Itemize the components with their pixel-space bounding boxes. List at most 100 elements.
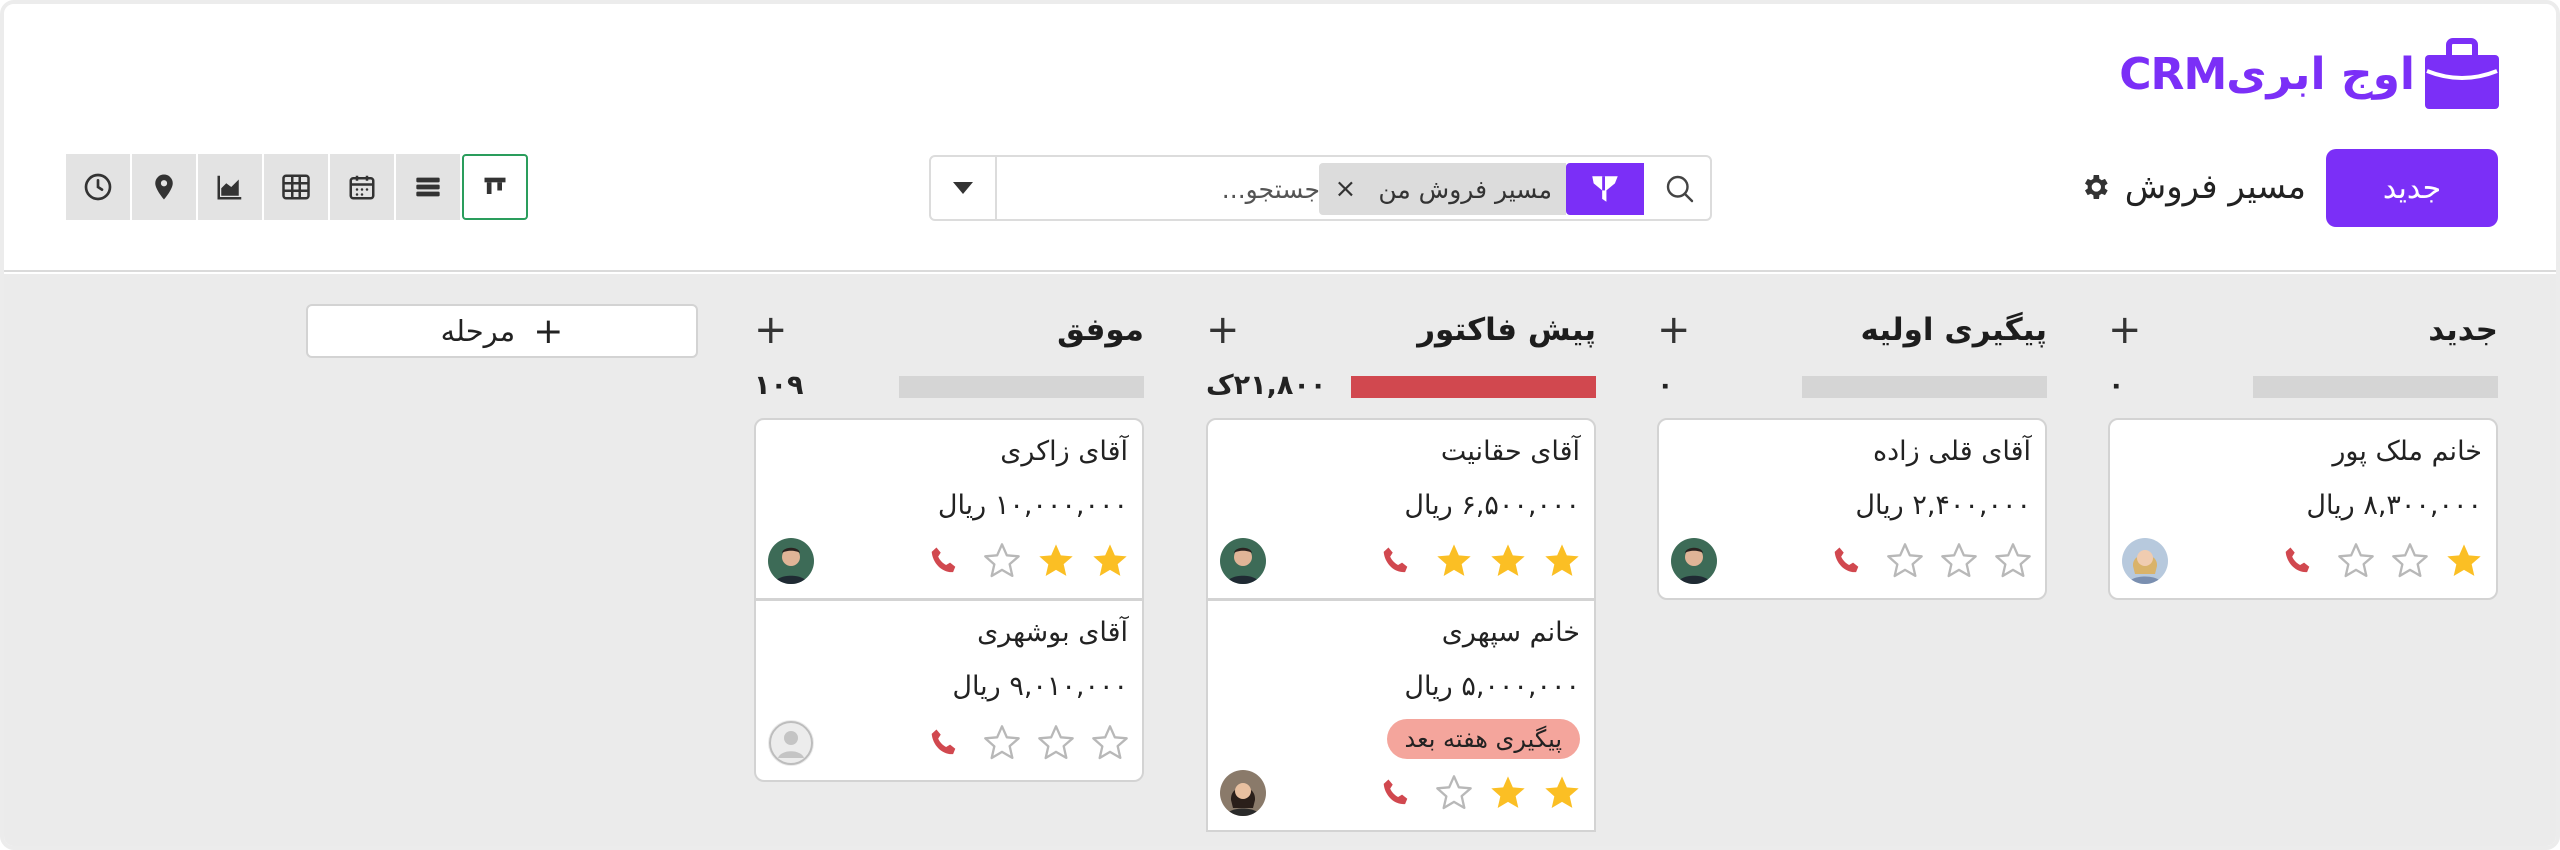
filter-button[interactable]: [1566, 163, 1644, 215]
deal-actions: [1378, 538, 1582, 584]
deal-card[interactable]: خانم ملک پور ۸,۳۰۰,۰۰۰ ریال: [2108, 418, 2498, 600]
avatar: [1220, 538, 1266, 584]
stage-title: جدید: [2428, 312, 2498, 348]
deal-contact-name: خانم ملک پور: [2332, 436, 2482, 467]
gear-icon[interactable]: [2079, 171, 2111, 203]
add-deal-button[interactable]: +: [754, 310, 788, 350]
star-empty-icon[interactable]: [2336, 541, 2376, 581]
deal-actions: [1378, 770, 1582, 816]
star-filled-icon[interactable]: [1488, 541, 1528, 581]
deal-actions: [1829, 538, 2033, 584]
star-empty-icon[interactable]: [1885, 541, 1925, 581]
search-icon[interactable]: [1662, 171, 1698, 207]
stage-cards: آقای زاکری ۱۰,۰۰۰,۰۰۰ ریال آقای بوشهری ۹…: [754, 418, 1144, 782]
star-empty-icon[interactable]: [1036, 723, 1076, 763]
stage-header: جدید +: [2108, 308, 2498, 352]
stage-total: ۲۱,۸۰۰ک: [1206, 370, 1327, 401]
chart-view-button[interactable]: [198, 154, 264, 220]
caret-down-icon: [953, 182, 973, 194]
star-empty-icon[interactable]: [982, 723, 1022, 763]
star-filled-icon[interactable]: [1542, 541, 1582, 581]
stage-total: ۰: [2108, 370, 2125, 401]
star-filled-icon[interactable]: [1090, 541, 1130, 581]
deal-contact-name: آقای قلی زاده: [1873, 436, 2031, 467]
deal-card[interactable]: آقای بوشهری ۹,۰۱۰,۰۰۰ ریال: [754, 600, 1144, 782]
stage-header: پیش فاکتور +: [1206, 308, 1596, 352]
kanban-board: جدید + ۰ خانم ملک پور ۸,۳۰۰,۰۰۰ ریال پیگ…: [4, 274, 2556, 846]
table-view-button[interactable]: [264, 154, 330, 220]
history-view-button[interactable]: [66, 154, 132, 220]
stage-column: موفق + ۱۰۹ آقای زاکری ۱۰,۰۰۰,۰۰۰ ریال آق…: [754, 274, 1144, 846]
add-deal-button[interactable]: +: [1206, 310, 1240, 350]
deal-card[interactable]: خانم سپهری ۵,۰۰۰,۰۰۰ ریال پیگیری هفته بع…: [1206, 600, 1596, 832]
star-empty-icon[interactable]: [982, 541, 1022, 581]
avatar: [768, 720, 814, 766]
star-empty-icon[interactable]: [1090, 723, 1130, 763]
deal-amount: ۵,۰۰۰,۰۰۰ ریال: [1404, 671, 1580, 702]
stage-header: موفق +: [754, 308, 1144, 352]
avatar: [1671, 538, 1717, 584]
search-input[interactable]: [1020, 163, 1320, 215]
add-deal-button[interactable]: +: [2108, 310, 2142, 350]
deal-amount: ۹,۰۱۰,۰۰۰ ریال: [952, 671, 1128, 702]
stage-progress-bar: [1802, 376, 2047, 398]
filter-icon: [1592, 176, 1618, 202]
kanban-icon: [484, 177, 506, 194]
search-dropdown-button[interactable]: [931, 157, 997, 219]
logo-text: CRMاوج ابری: [2119, 48, 2416, 100]
phone-icon[interactable]: [1378, 774, 1416, 812]
stage-progress-bar: [899, 376, 1144, 398]
star-empty-icon[interactable]: [1939, 541, 1979, 581]
filter-chip-label: مسیر فروش من: [1378, 174, 1552, 204]
pipeline-selector[interactable]: مسیر فروش: [2079, 162, 2306, 212]
add-stage-button[interactable]: + مرحله: [306, 304, 698, 358]
view-switcher: [66, 154, 528, 220]
deal-contact-name: خانم سپهری: [1441, 617, 1580, 648]
new-deal-button[interactable]: جدید: [2326, 149, 2498, 227]
star-empty-icon[interactable]: [1993, 541, 2033, 581]
list-icon: [416, 177, 440, 197]
list-view-button[interactable]: [396, 154, 462, 220]
add-stage-label: مرحله: [440, 314, 516, 348]
phone-icon[interactable]: [926, 724, 964, 762]
star-filled-icon[interactable]: [1036, 541, 1076, 581]
deal-contact-name: آقای بوشهری: [977, 617, 1128, 648]
deal-actions: [2280, 538, 2484, 584]
search-bar: مسیر فروش من ×: [929, 155, 1712, 221]
phone-icon[interactable]: [1829, 542, 1867, 580]
deal-card[interactable]: آقای زاکری ۱۰,۰۰۰,۰۰۰ ریال: [754, 418, 1144, 600]
stage-title: پیش فاکتور: [1417, 312, 1596, 348]
calendar-view-button[interactable]: [330, 154, 396, 220]
deal-card[interactable]: آقای حقانیت ۶,۵۰۰,۰۰۰ ریال: [1206, 418, 1596, 600]
add-deal-button[interactable]: +: [1657, 310, 1691, 350]
deal-card[interactable]: آقای قلی زاده ۲,۴۰۰,۰۰۰ ریال: [1657, 418, 2047, 600]
stage-title: موفق: [1057, 312, 1144, 348]
follow-up-tag[interactable]: پیگیری هفته بعد: [1386, 719, 1580, 759]
star-filled-icon[interactable]: [1488, 773, 1528, 813]
star-empty-icon[interactable]: [2390, 541, 2430, 581]
star-filled-icon[interactable]: [2444, 541, 2484, 581]
map-pin-icon: [155, 174, 173, 200]
map-view-button[interactable]: [132, 154, 198, 220]
toolbar-header: CRMاوج ابری جدید مسیر فروش مسیر فروش من …: [4, 4, 2556, 272]
phone-icon[interactable]: [2280, 542, 2318, 580]
star-filled-icon[interactable]: [1434, 541, 1474, 581]
avatar: [768, 538, 814, 584]
kanban-view-button[interactable]: [462, 154, 528, 220]
stage-cards: آقای حقانیت ۶,۵۰۰,۰۰۰ ریال خانم سپهری ۵,…: [1206, 418, 1596, 832]
avatar: [1220, 770, 1266, 816]
briefcase-logo-icon: [2425, 38, 2499, 109]
deal-amount: ۱۰,۰۰۰,۰۰۰ ریال: [937, 490, 1128, 521]
star-empty-icon[interactable]: [1434, 773, 1474, 813]
phone-icon[interactable]: [926, 542, 964, 580]
deal-amount: ۲,۴۰۰,۰۰۰ ریال: [1855, 490, 2031, 521]
area-chart-icon: [217, 175, 242, 200]
star-filled-icon[interactable]: [1542, 773, 1582, 813]
table-icon: [282, 174, 310, 200]
app-logo: CRMاوج ابری: [2119, 34, 2501, 114]
deal-actions: [926, 720, 1130, 766]
close-icon[interactable]: ×: [1335, 174, 1357, 204]
stage-cards: خانم ملک پور ۸,۳۰۰,۰۰۰ ریال: [2108, 418, 2498, 600]
phone-icon[interactable]: [1378, 542, 1416, 580]
stage-progress-fill: [1351, 376, 1596, 398]
